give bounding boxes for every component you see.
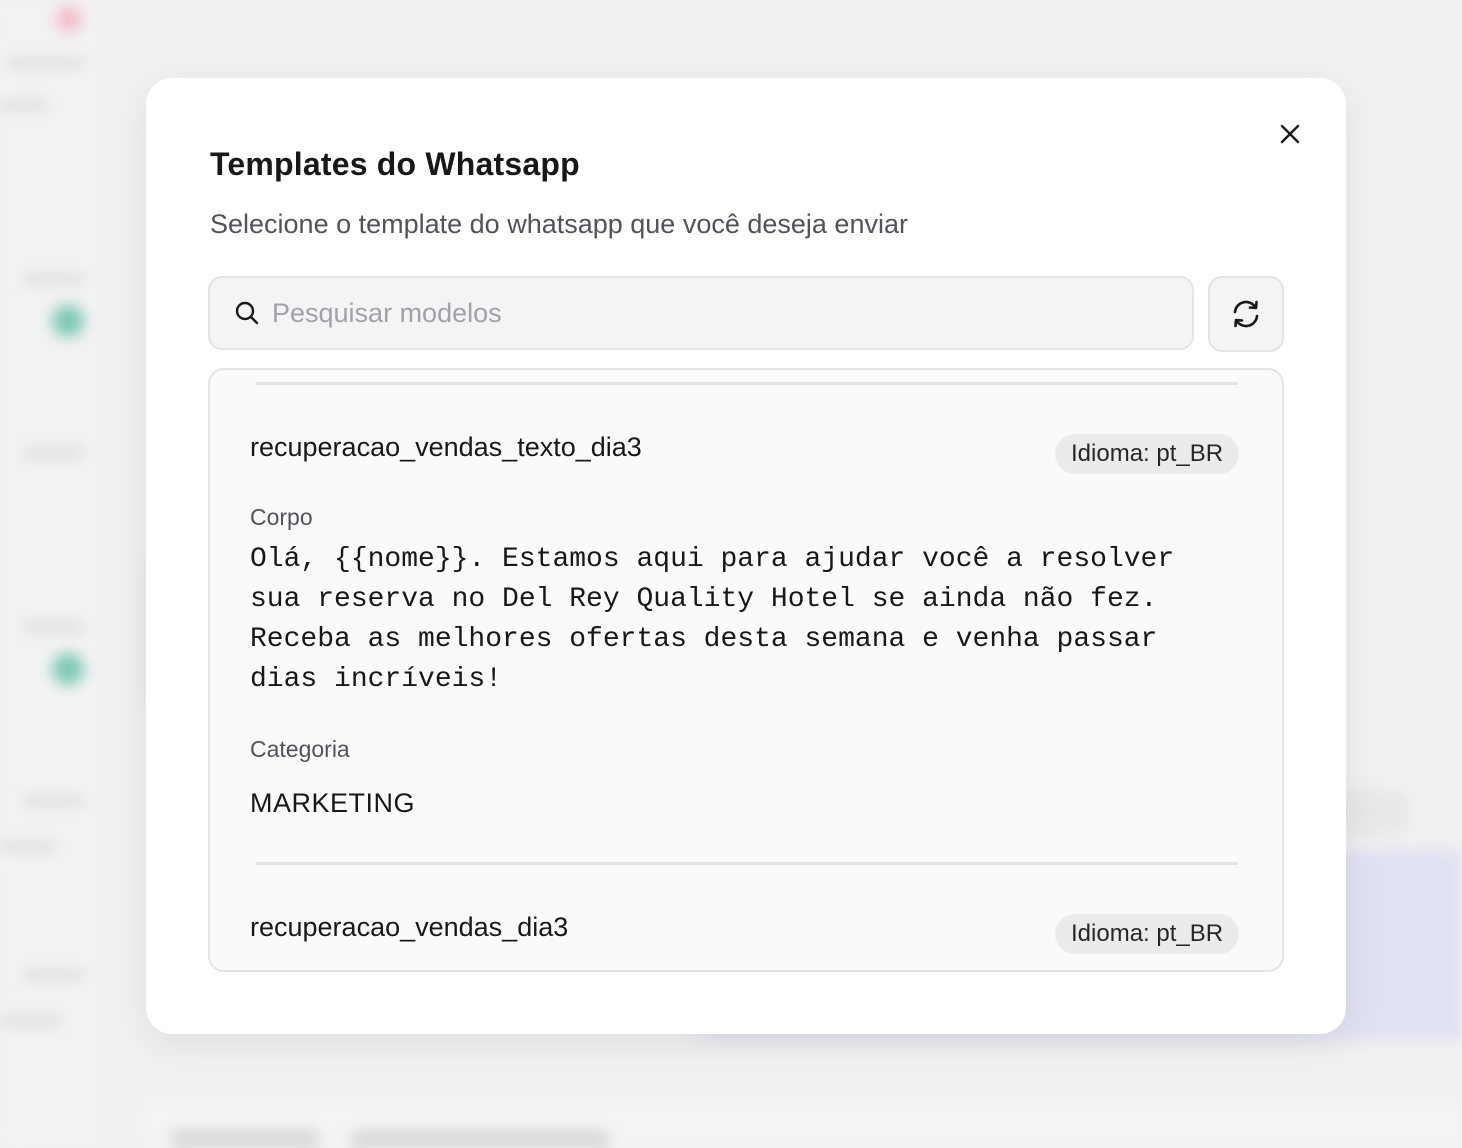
templates-modal: Templates do Whatsapp Selecione o templa… [146, 78, 1346, 1034]
body-label: Corpo [250, 504, 313, 530]
modal-subtitle: Selecione o template do whatsapp que voc… [210, 209, 908, 239]
template-name: recuperacao_vendas_texto_dia3 [250, 432, 642, 462]
template-name: recuperacao_vendas_dia3 [250, 912, 569, 942]
template-body: Olá, {{nome}}. Estamos aqui para ajudar … [250, 544, 1175, 695]
modal-title: Templates do Whatsapp [210, 146, 580, 182]
language-badge: Idioma: pt_BR [1055, 434, 1240, 474]
template-category: MARKETING [250, 788, 416, 818]
search-box[interactable] [208, 276, 1194, 350]
list-divider [256, 382, 1238, 385]
category-label: Categoria [250, 736, 350, 762]
search-icon [232, 298, 262, 328]
refresh-button[interactable] [1208, 276, 1284, 352]
close-button[interactable] [1268, 112, 1312, 156]
close-icon [1280, 124, 1300, 144]
template-list[interactable]: recuperacao_vendas_texto_dia3 Idioma: pt… [208, 368, 1284, 972]
list-divider [256, 862, 1238, 865]
search-input[interactable] [270, 296, 1154, 330]
refresh-icon [1233, 300, 1259, 328]
language-badge: Idioma: pt_BR [1055, 914, 1240, 954]
